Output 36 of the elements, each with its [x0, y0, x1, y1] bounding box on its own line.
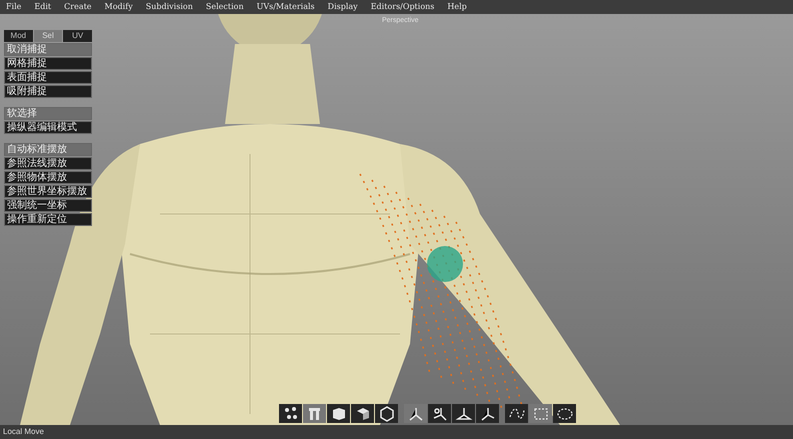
tool-button[interactable] — [279, 404, 302, 423]
panel-button[interactable]: 网格捕捉 — [4, 57, 92, 70]
tool-button[interactable] — [428, 404, 451, 423]
panel-button[interactable]: 操纵器编辑模式 — [4, 121, 92, 134]
panel-button[interactable]: 强制统一坐标 — [4, 199, 92, 212]
hexagon-icon — [378, 404, 396, 422]
tool-button[interactable] — [505, 404, 528, 423]
tool-button[interactable] — [327, 404, 350, 423]
menu-item[interactable]: Selection — [206, 3, 244, 11]
menu-item[interactable]: Display — [328, 3, 358, 11]
tool-button[interactable] — [452, 404, 475, 423]
menu-item[interactable]: File — [6, 3, 22, 11]
panel-button[interactable]: 参照世界坐标摆放 — [4, 185, 92, 198]
panel-tab[interactable]: UV — [63, 30, 92, 42]
panel-button[interactable]: 吸附捕捉 — [4, 85, 92, 98]
panel-button[interactable]: 自动标准摆放 — [4, 143, 92, 156]
tool-button[interactable] — [351, 404, 374, 423]
tool-button[interactable] — [553, 404, 576, 423]
menu-item[interactable]: Subdivision — [146, 3, 193, 11]
panel-tab[interactable]: Mod — [4, 30, 33, 42]
panel-button[interactable]: 表面捕捉 — [4, 71, 92, 84]
menu-item[interactable]: Edit — [34, 3, 52, 11]
panel-button[interactable]: 取消捕捉 — [4, 43, 92, 56]
tool-button[interactable] — [476, 404, 499, 423]
panel-button[interactable]: 参照物体摆放 — [4, 171, 92, 184]
panel-button[interactable]: 操作重新定位 — [4, 213, 92, 226]
menu-item[interactable]: Help — [447, 3, 467, 11]
menu-item[interactable]: Editors/Options — [370, 3, 434, 11]
menu-item[interactable]: Modify — [104, 3, 133, 11]
status-text: Local Move — [3, 428, 44, 436]
panel-button[interactable]: 参照法线摆放 — [4, 157, 92, 170]
panel-button[interactable]: 软选择 — [4, 107, 92, 120]
menu-item[interactable]: UVs/Materials — [256, 3, 315, 11]
tool-button[interactable] — [375, 404, 398, 423]
tool-button[interactable] — [404, 404, 427, 423]
menu-item[interactable]: Create — [64, 3, 92, 11]
